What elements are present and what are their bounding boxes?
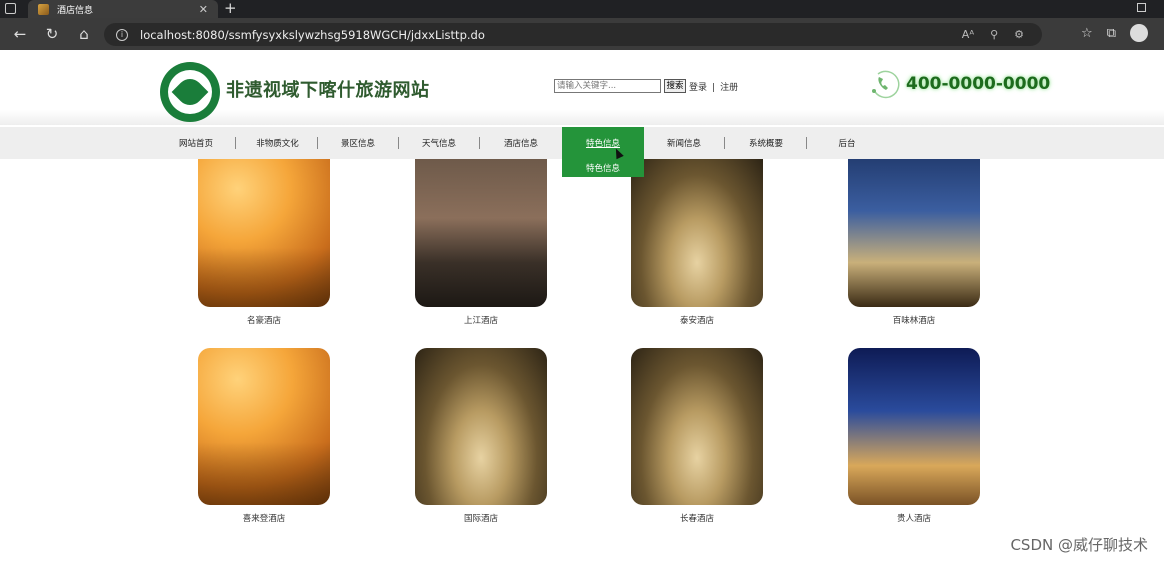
hotel-image[interactable] xyxy=(415,159,547,307)
browser-tab[interactable]: 酒店信息 ✕ xyxy=(28,0,218,18)
hotel-card[interactable]: 泰安酒店 xyxy=(631,159,763,326)
hotel-image[interactable] xyxy=(198,348,330,505)
nav-item-scenic[interactable]: 景区信息 xyxy=(322,127,394,159)
nav-item-admin[interactable]: 后台 xyxy=(810,127,884,159)
new-tab-icon[interactable]: + xyxy=(224,0,237,16)
phone-icon xyxy=(872,70,900,99)
watermark: CSDN @威仔聊技术 xyxy=(1010,536,1148,554)
hotel-card[interactable]: 长春酒店 xyxy=(631,348,763,524)
hotel-name[interactable]: 泰安酒店 xyxy=(631,314,763,326)
hotel-card[interactable]: 百味林酒店 xyxy=(848,159,980,326)
phone-number: 400-0000-0000 xyxy=(906,74,1051,94)
hotel-card[interactable]: 上江酒店 xyxy=(415,159,547,326)
leaf-icon xyxy=(171,73,209,111)
address-bar: ← ↻ ⌂ i localhost:8080/ssmfysyxkslywzhsg… xyxy=(0,18,1164,50)
hotel-name[interactable]: 喜来登酒店 xyxy=(198,512,330,524)
auth-separator: | xyxy=(712,83,716,93)
url-field[interactable]: i localhost:8080/ssmfysyxkslywzhsg5918WG… xyxy=(104,23,1042,46)
hotel-name[interactable]: 长春酒店 xyxy=(631,512,763,524)
favorites-icon[interactable]: ☆ xyxy=(1081,26,1093,41)
browser-tabbar: 酒店信息 ✕ + xyxy=(0,0,1164,18)
main-nav: 网站首页 非物质文化 景区信息 天气信息 酒店信息 特色信息 新闻信息 系统概要… xyxy=(0,127,1164,159)
hotel-image[interactable] xyxy=(631,348,763,505)
nav-item-weather[interactable]: 天气信息 xyxy=(403,127,475,159)
hotel-name[interactable]: 国际酒店 xyxy=(415,512,547,524)
nav-item-intangible-culture[interactable]: 非物质文化 xyxy=(240,127,315,159)
hotel-name[interactable]: 上江酒店 xyxy=(415,314,547,326)
hotel-name[interactable]: 名豪酒店 xyxy=(198,314,330,326)
hotel-image[interactable] xyxy=(631,159,763,307)
hotel-card[interactable]: 国际酒店 xyxy=(415,348,547,524)
nav-dropdown-item[interactable]: 特色信息 xyxy=(562,159,644,177)
site-header: 非遗视域下喀什旅游网站 搜索 登录 | 注册 400-0000-0000 xyxy=(0,50,1164,125)
tab-title: 酒店信息 xyxy=(57,5,94,16)
nav-item-specialty[interactable]: 特色信息 xyxy=(562,127,644,159)
info-icon[interactable]: i xyxy=(116,28,128,41)
read-aloud-icon[interactable]: Aᴬ xyxy=(962,28,974,41)
hotel-image[interactable] xyxy=(848,348,980,505)
site-title: 非遗视域下喀什旅游网站 xyxy=(226,80,430,101)
site-logo[interactable] xyxy=(160,62,220,122)
nav-item-overview[interactable]: 系统概要 xyxy=(728,127,804,159)
nav-item-home[interactable]: 网站首页 xyxy=(160,127,232,159)
extension-icon[interactable]: ⚙ xyxy=(1014,28,1024,41)
search-button[interactable]: 搜索 xyxy=(664,79,686,93)
collections-icon[interactable]: ⧉ xyxy=(1107,26,1116,41)
zoom-icon[interactable]: ⚲ xyxy=(990,28,998,41)
login-link[interactable]: 登录 xyxy=(689,83,707,93)
reload-icon[interactable]: ↻ xyxy=(42,24,62,44)
favicon-icon xyxy=(38,3,49,15)
search-input[interactable] xyxy=(554,79,661,93)
home-icon[interactable]: ⌂ xyxy=(74,24,94,44)
hotel-card[interactable]: 名豪酒店 xyxy=(198,159,330,326)
register-link[interactable]: 注册 xyxy=(720,83,738,93)
hotel-image[interactable] xyxy=(415,348,547,505)
close-tab-icon[interactable]: ✕ xyxy=(199,3,208,16)
hotel-name[interactable]: 贵人酒店 xyxy=(848,512,980,524)
hotel-card[interactable]: 贵人酒店 xyxy=(848,348,980,524)
hotel-name[interactable]: 百味林酒店 xyxy=(848,314,980,326)
nav-item-news[interactable]: 新闻信息 xyxy=(646,127,722,159)
url-text: localhost:8080/ssmfysyxkslywzhsg5918WGCH… xyxy=(140,27,485,42)
profile-avatar[interactable] xyxy=(1130,24,1148,42)
nav-item-hotel[interactable]: 酒店信息 xyxy=(484,127,558,159)
window-menu-icon[interactable] xyxy=(5,3,16,14)
back-icon[interactable]: ← xyxy=(10,24,30,44)
hotel-card[interactable]: 喜来登酒店 xyxy=(198,348,330,524)
restore-window-icon[interactable] xyxy=(1137,3,1146,12)
hotel-image[interactable] xyxy=(848,159,980,307)
hotel-image[interactable] xyxy=(198,159,330,307)
